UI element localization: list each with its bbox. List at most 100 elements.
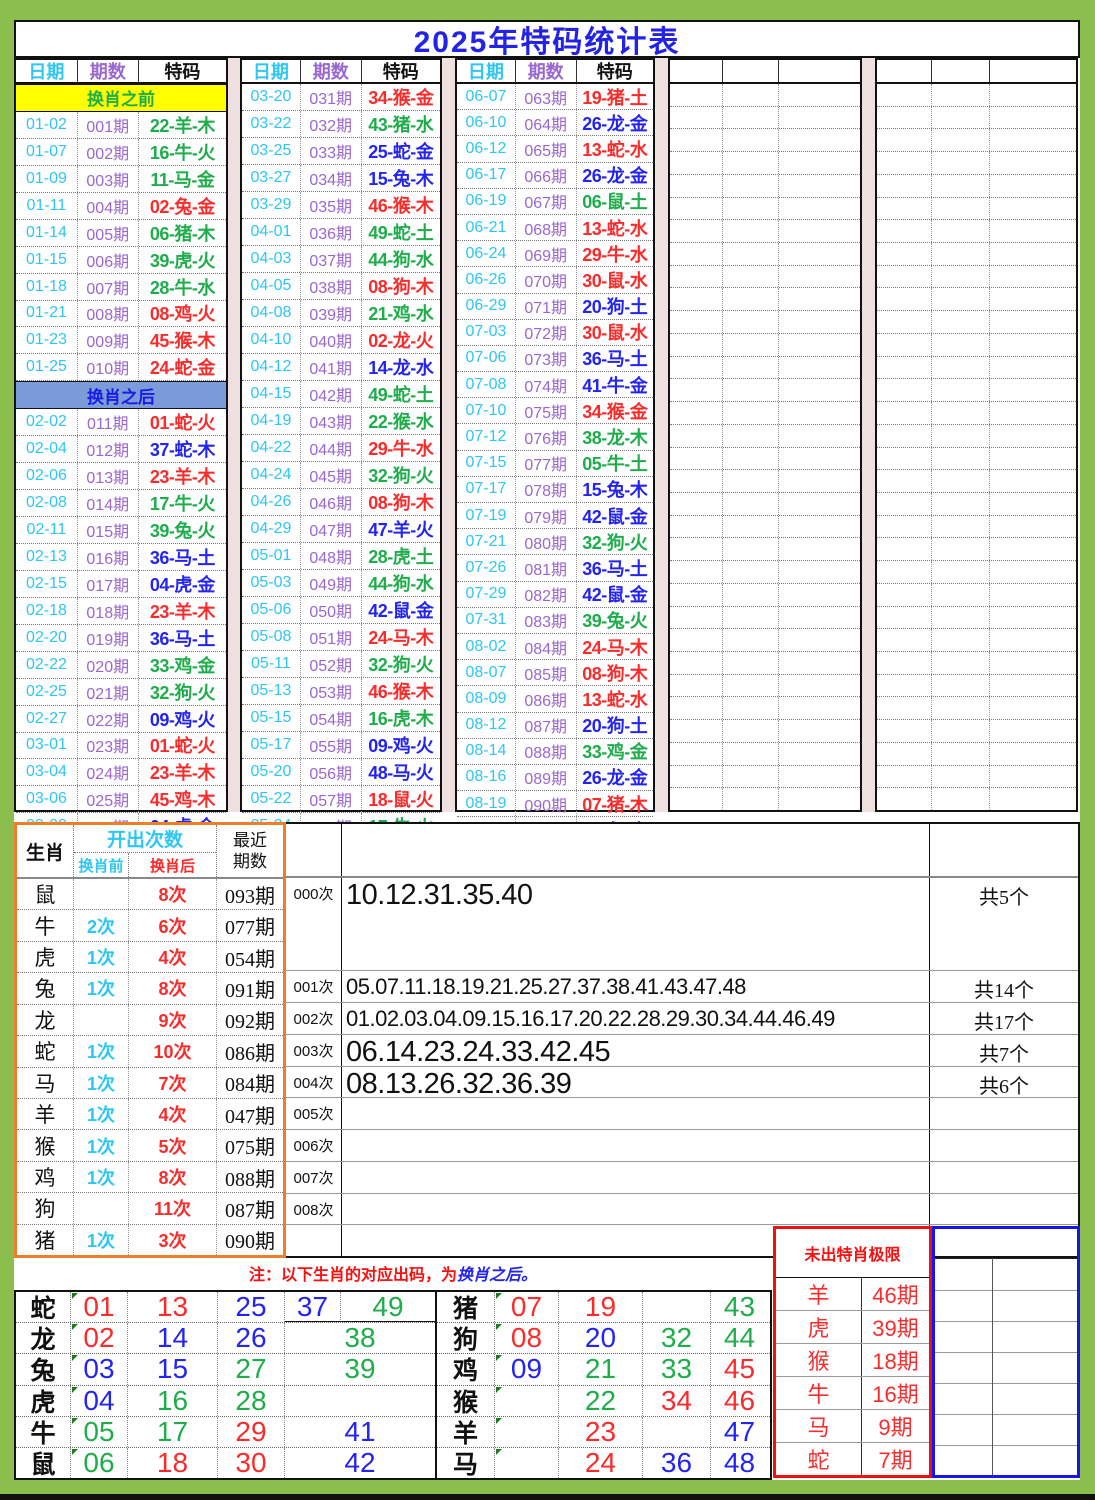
code-cell: 29-牛-水 — [362, 435, 440, 461]
record-column-group: 日期期数特码换肖之前01-02001期22-羊-木01-07002期16-牛-火… — [14, 58, 228, 812]
table-row: 03-20031期34-猴-金 — [242, 84, 440, 111]
period-cell: 052期 — [301, 651, 362, 677]
date-cell — [670, 516, 723, 538]
column-header — [779, 60, 860, 82]
date-cell: 05-08 — [242, 624, 301, 650]
number-cell: 05 — [71, 1417, 128, 1447]
code-cell: 36-马-土 — [139, 625, 226, 651]
date-cell: 06-29 — [457, 294, 516, 319]
stats-rows: 鼠8次093期牛2次6次077期虎1次4次054期兔1次8次091期龙9次092… — [17, 879, 283, 1255]
code-cell: 17-牛-火 — [139, 490, 226, 516]
code-cell: 01-蛇-火 — [139, 733, 226, 759]
table-row — [670, 334, 860, 357]
map-row: 蛇0113253749 — [16, 1292, 435, 1323]
date-cell: 03-04 — [16, 759, 78, 785]
table-row — [670, 84, 860, 107]
period-cell: 090期 — [516, 791, 577, 816]
grid-line — [935, 1414, 1077, 1415]
table-row: 04-15042期49-蛇-土 — [242, 381, 440, 408]
code-cell: 30-鼠-水 — [577, 320, 653, 345]
date-cell: 02-02 — [16, 409, 78, 435]
zodiac-cell: 兔 — [17, 973, 74, 1003]
code-cell: 08-狗-木 — [362, 273, 440, 299]
date-cell — [670, 198, 723, 220]
code-cell: 16-牛-火 — [139, 139, 226, 165]
period-cell: 087期 — [516, 713, 577, 738]
column-header: 日期 — [457, 60, 516, 82]
table-row: 01-11004期02-兔-金 — [16, 193, 226, 220]
table-row — [670, 311, 860, 334]
header-row: 日期期数特码 — [16, 60, 226, 84]
map-zodiac-cell: 鸡 — [437, 1354, 495, 1384]
freq-label: 000次 — [286, 878, 342, 970]
count-before-cell: 1次 — [74, 1099, 129, 1129]
period-cell — [723, 288, 779, 310]
table-row: 05-01048期28-虎-土 — [242, 543, 440, 570]
period-cell: 034期 — [301, 165, 362, 191]
table-row: 01-02001期22-羊-木 — [16, 112, 226, 139]
table-row: 04-05038期08-狗-木 — [242, 273, 440, 300]
period-cell — [932, 129, 990, 151]
code-cell: 15-兔-木 — [577, 477, 653, 502]
date-cell: 07-26 — [457, 555, 516, 580]
code-cell: 34-猴-金 — [362, 84, 440, 110]
table-row: 03-01023期01-蛇-火 — [16, 733, 226, 760]
number-cell: 24 — [559, 1448, 643, 1478]
period-cell — [723, 266, 779, 288]
code-cell — [779, 357, 860, 379]
freq-count: 共14个 — [930, 971, 1078, 1002]
date-cell: 07-06 — [457, 346, 516, 371]
date-cell: 02-04 — [16, 436, 78, 462]
number-cell: 21 — [559, 1354, 643, 1384]
table-row: 07-08074期41-牛-金 — [457, 372, 653, 398]
period-cell — [932, 493, 990, 515]
count-after-cell: 6次 — [129, 910, 217, 940]
date-cell: 01-15 — [16, 247, 78, 273]
stats-header-recent-line1: 最近 — [233, 830, 267, 851]
table-row: 07-03072期30-鼠-水 — [457, 320, 653, 346]
freq-numbers — [342, 1194, 930, 1225]
table-row: 06-24069期29-牛-水 — [457, 241, 653, 267]
number-cell: 47 — [711, 1417, 768, 1447]
group-separator — [228, 58, 240, 812]
stats-row: 鸡1次8次088期 — [17, 1162, 283, 1193]
period-cell — [932, 720, 990, 742]
date-cell: 04-15 — [242, 381, 301, 407]
table-row: 07-31083期39-兔-火 — [457, 608, 653, 634]
note: 注：以下生肖的对应出码，为换肖之后。 — [14, 1256, 772, 1290]
number-cell: 18 — [128, 1448, 218, 1478]
freq-label: 004次 — [286, 1067, 342, 1098]
code-cell: 34-猴-金 — [577, 398, 653, 423]
date-cell — [670, 288, 723, 310]
table-row — [877, 425, 1076, 448]
count-after-cell: 8次 — [129, 973, 217, 1003]
code-cell: 23-羊-木 — [139, 598, 226, 624]
table-row: 02-25021期32-狗-火 — [16, 679, 226, 706]
limit-row: 牛16期 — [776, 1377, 929, 1410]
zodiac-cell: 鸡 — [17, 1162, 74, 1192]
period-cell: 063期 — [516, 84, 577, 109]
period-cell — [932, 288, 990, 310]
number-cell — [495, 1417, 559, 1447]
freq-count: 共17个 — [930, 1003, 1078, 1034]
table-row — [877, 629, 1076, 652]
period-cell: 043期 — [301, 408, 362, 434]
code-cell — [990, 493, 1076, 515]
date-cell: 07-10 — [457, 398, 516, 423]
code-cell: 43-猪-水 — [362, 111, 440, 137]
period-cell: 031期 — [301, 84, 362, 110]
code-cell — [990, 243, 1076, 265]
table-row — [877, 266, 1076, 289]
table-row: 06-12065期13-蛇-水 — [457, 136, 653, 162]
period-cell: 010期 — [78, 354, 139, 380]
table-row — [877, 311, 1076, 334]
period-cell: 066期 — [516, 163, 577, 188]
code-cell: 24-马-木 — [577, 634, 653, 659]
table-row — [877, 357, 1076, 380]
limit-periods: 9期 — [862, 1410, 929, 1442]
period-cell: 015期 — [78, 517, 139, 543]
freq-numbers — [342, 1130, 930, 1161]
table-row: 01-18007期28-牛-水 — [16, 274, 226, 301]
header-row — [670, 60, 860, 84]
stats-row: 狗11次087期 — [17, 1193, 283, 1224]
